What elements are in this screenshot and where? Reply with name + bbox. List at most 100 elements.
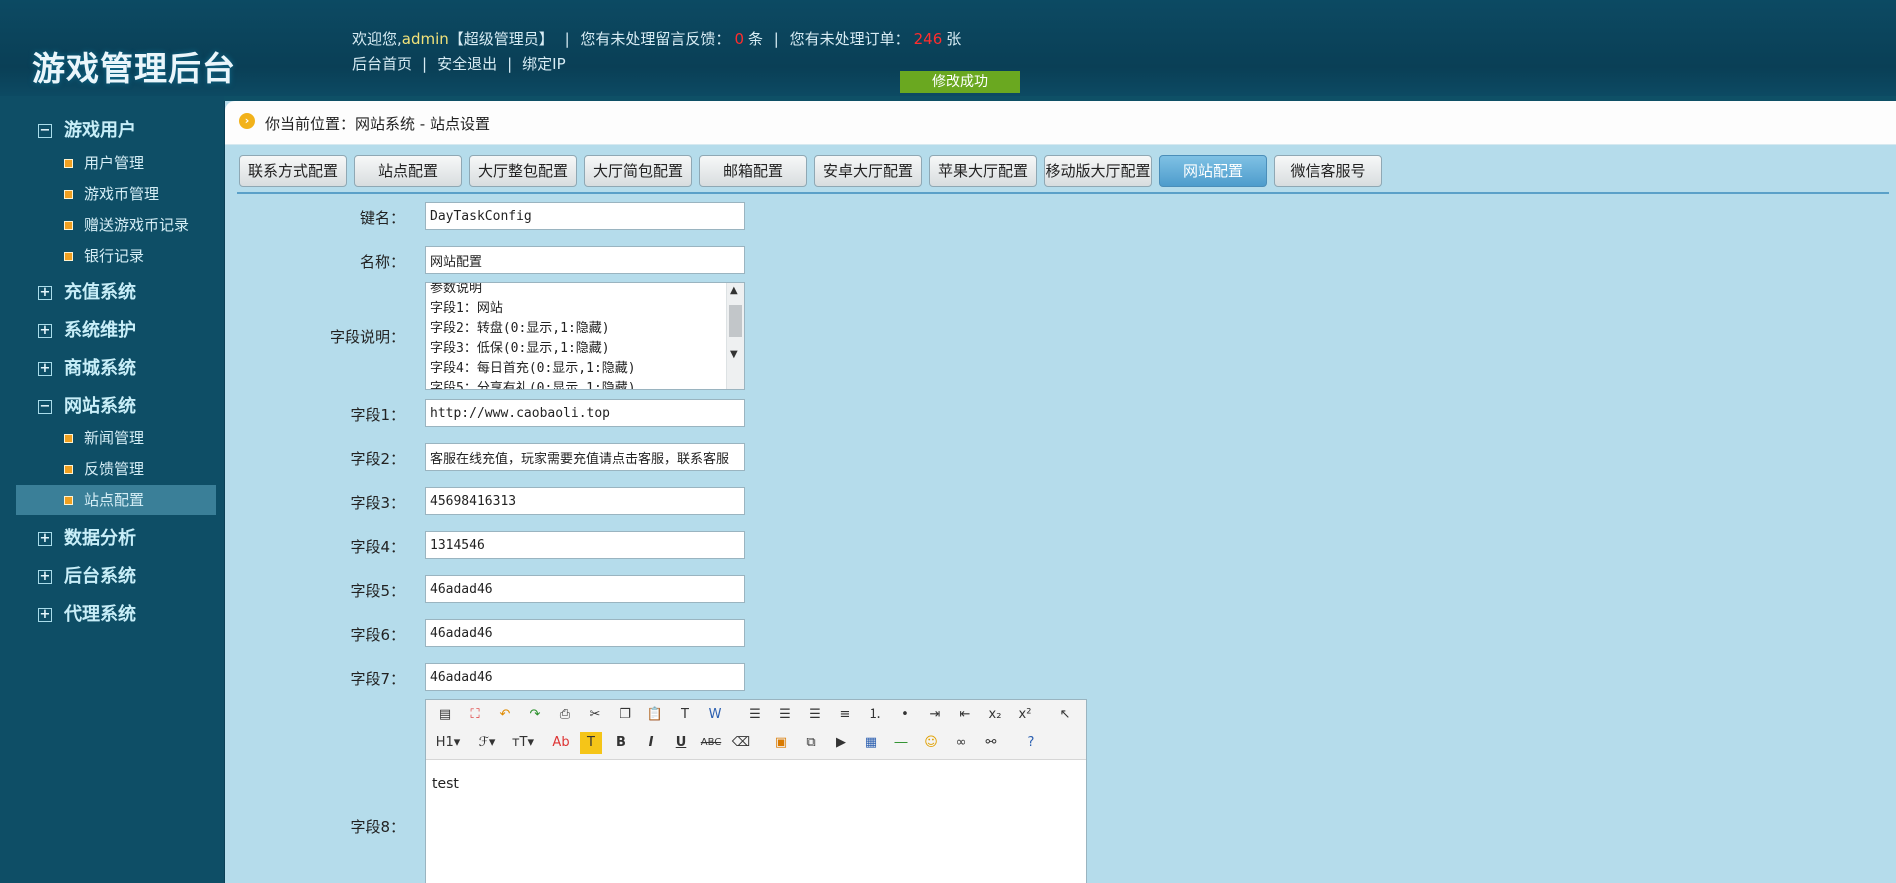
- align-center-icon[interactable]: ☰: [774, 704, 796, 726]
- sidebar-item-bank-records[interactable]: 银行记录: [16, 241, 216, 271]
- tab-mail-config[interactable]: 邮箱配置: [699, 155, 807, 187]
- field7-input[interactable]: [425, 663, 745, 691]
- emoticon-icon[interactable]: ☺: [920, 732, 942, 754]
- rich-text-editor[interactable]: ▤ ⛶ ↶ ↷ ⎙ ✂ ❐ 📋 T W ☰ ☰ ☰ ≡ ⒈ • ⇥ ⇤ x₂ x…: [425, 699, 1087, 883]
- sidebar-item-coin-management[interactable]: 游戏币管理: [16, 179, 216, 209]
- field1-input[interactable]: [425, 399, 745, 427]
- sidebar-item-site-config[interactable]: 站点配置: [16, 485, 216, 515]
- paste-text-icon[interactable]: T: [674, 704, 696, 726]
- description-line: 字段5：分享有礼(0:显示,1:隐藏): [430, 381, 636, 390]
- scroll-thumb[interactable]: [729, 305, 742, 337]
- underline-icon[interactable]: U: [670, 732, 692, 754]
- bullet-icon: [64, 190, 73, 199]
- outdent-icon[interactable]: ⇤: [954, 704, 976, 726]
- image-icon[interactable]: ▣: [770, 732, 792, 754]
- logout-link[interactable]: 安全退出: [437, 55, 497, 73]
- fullscreen-icon[interactable]: ⛶: [464, 704, 486, 726]
- superscript-icon[interactable]: x²: [1014, 704, 1036, 726]
- bullet-icon: [64, 159, 73, 168]
- field6-input[interactable]: [425, 619, 745, 647]
- align-left-icon[interactable]: ☰: [744, 704, 766, 726]
- tab-website-config[interactable]: 网站配置: [1159, 155, 1267, 187]
- scroll-up-icon[interactable]: ▲: [730, 285, 738, 296]
- menu-group-maintenance[interactable]: + 系统维护: [38, 316, 136, 342]
- editor-content[interactable]: test: [432, 776, 459, 792]
- sidebar-item-user-management[interactable]: 用户管理: [16, 148, 216, 178]
- tab-contact-config[interactable]: 联系方式配置: [239, 155, 347, 187]
- redo-icon[interactable]: ↷: [524, 704, 546, 726]
- help-icon[interactable]: ?: [1020, 732, 1042, 754]
- header-links: 后台首页 | 安全退出 | 绑定IP: [352, 53, 566, 74]
- description-label: 字段说明：: [329, 328, 405, 346]
- bind-ip-link[interactable]: 绑定IP: [522, 55, 565, 73]
- description-scrollbar[interactable]: ▲ ▼: [726, 283, 744, 389]
- field5-label: 字段5：: [350, 582, 405, 600]
- tab-ios-lobby[interactable]: 苹果大厅配置: [929, 155, 1037, 187]
- italic-icon[interactable]: I: [640, 732, 662, 754]
- main-content: › 你当前位置：网站系统 - 站点设置 联系方式配置 站点配置 大厅整包配置 大…: [224, 101, 1896, 883]
- expand-icon: +: [38, 285, 52, 300]
- expand-icon: +: [38, 323, 52, 338]
- tab-mobile-lobby[interactable]: 移动版大厅配置: [1044, 155, 1152, 187]
- bold-icon[interactable]: B: [610, 732, 632, 754]
- field6-label: 字段6：: [350, 626, 405, 644]
- name-input[interactable]: [425, 246, 745, 274]
- ordered-list-icon[interactable]: ⒈: [864, 704, 886, 726]
- menu-group-analytics[interactable]: + 数据分析: [38, 524, 136, 550]
- unordered-list-icon[interactable]: •: [894, 704, 916, 726]
- tab-site-config[interactable]: 站点配置: [354, 155, 462, 187]
- subscript-icon[interactable]: x₂: [984, 704, 1006, 726]
- source-icon[interactable]: ▤: [434, 704, 456, 726]
- font-size-icon[interactable]: тT▾: [510, 732, 536, 754]
- home-link[interactable]: 后台首页: [352, 55, 412, 73]
- select-all-icon[interactable]: ↖: [1054, 704, 1076, 726]
- menu-group-backend[interactable]: + 后台系统: [38, 562, 136, 588]
- table-icon[interactable]: ▦: [860, 732, 882, 754]
- tab-android-lobby[interactable]: 安卓大厅配置: [814, 155, 922, 187]
- field5-input[interactable]: [425, 575, 745, 603]
- heading-icon[interactable]: H1▾: [434, 732, 462, 754]
- orders-count: 246: [913, 30, 943, 48]
- remove-format-icon[interactable]: ⌫: [730, 732, 752, 754]
- strikethrough-icon[interactable]: ABC: [700, 732, 722, 754]
- menu-group-website[interactable]: − 网站系统: [38, 392, 136, 418]
- field2-input[interactable]: [425, 443, 745, 471]
- expand-icon: +: [38, 607, 52, 622]
- menu-group-recharge[interactable]: + 充值系统: [38, 278, 136, 304]
- copy-icon[interactable]: ❐: [614, 704, 636, 726]
- bullet-icon: [64, 496, 73, 505]
- highlight-icon[interactable]: T: [580, 732, 602, 754]
- description-textarea[interactable]: 参数说明 字段1：网站 字段2：转盘(0:显示,1:隐藏) 字段3：低保(0:显…: [425, 282, 745, 390]
- multi-image-icon[interactable]: ⧉: [800, 732, 822, 754]
- sidebar-item-feedback[interactable]: 反馈管理: [16, 454, 216, 484]
- align-right-icon[interactable]: ☰: [804, 704, 826, 726]
- field4-input[interactable]: [425, 531, 745, 559]
- tab-lobby-lite-package[interactable]: 大厅简包配置: [584, 155, 692, 187]
- paste-word-icon[interactable]: W: [704, 704, 726, 726]
- separator: |: [422, 55, 428, 73]
- link-icon[interactable]: ∞: [950, 732, 972, 754]
- print-icon[interactable]: ⎙: [554, 704, 576, 726]
- key-input[interactable]: [425, 202, 745, 230]
- tab-wechat-service[interactable]: 微信客服号: [1274, 155, 1382, 187]
- paste-icon[interactable]: 📋: [644, 704, 666, 726]
- name-label: 名称：: [359, 253, 405, 271]
- hr-icon[interactable]: ―: [890, 732, 912, 754]
- font-family-icon[interactable]: ℱ▾: [474, 732, 500, 754]
- app-title: 游戏管理后台: [32, 49, 236, 88]
- menu-group-agents[interactable]: + 代理系统: [38, 600, 136, 626]
- tab-lobby-full-package[interactable]: 大厅整包配置: [469, 155, 577, 187]
- flash-icon[interactable]: ▶: [830, 732, 852, 754]
- sidebar-item-news[interactable]: 新闻管理: [16, 423, 216, 453]
- justify-icon[interactable]: ≡: [834, 704, 856, 726]
- menu-group-mall[interactable]: + 商城系统: [38, 354, 136, 380]
- menu-group-game-users[interactable]: − 游戏用户: [38, 116, 136, 142]
- unlink-icon[interactable]: ⚯: [980, 732, 1002, 754]
- cut-icon[interactable]: ✂: [584, 704, 606, 726]
- indent-icon[interactable]: ⇥: [924, 704, 946, 726]
- scroll-down-icon[interactable]: ▼: [730, 349, 738, 360]
- font-color-icon[interactable]: Ab: [550, 732, 572, 754]
- undo-icon[interactable]: ↶: [494, 704, 516, 726]
- field3-input[interactable]: [425, 487, 745, 515]
- sidebar-item-gift-coin-records[interactable]: 赠送游戏币记录: [16, 210, 216, 240]
